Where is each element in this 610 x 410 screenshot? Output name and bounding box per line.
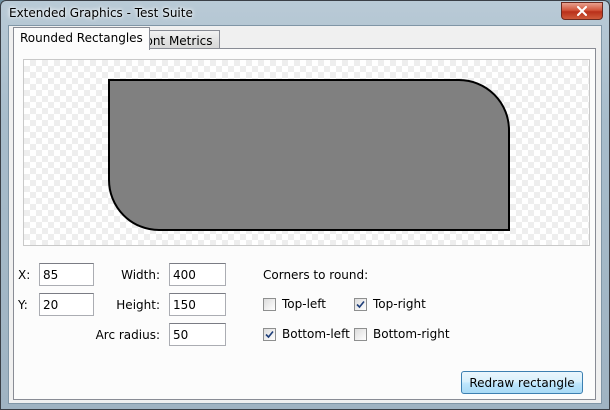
tab-rounded-rectangles[interactable]: Rounded Rectangles bbox=[13, 27, 150, 50]
corners-heading: Corners to round: bbox=[263, 268, 369, 282]
tab-panel: X: Y: Width: Height: Arc radius: Corners… bbox=[13, 48, 596, 400]
checkbox-label: Bottom-left bbox=[282, 327, 350, 341]
checkbox-label: Bottom-right bbox=[373, 327, 450, 341]
width-label: Width: bbox=[121, 268, 160, 282]
checkbox-label: Top-right bbox=[373, 297, 426, 311]
window-title: Extended Graphics - Test Suite bbox=[9, 6, 193, 20]
canvas-svg bbox=[108, 79, 510, 231]
arc-radius-input[interactable] bbox=[169, 323, 226, 346]
top-right-checkbox[interactable]: Top-right bbox=[354, 297, 426, 311]
checkbox-box bbox=[263, 297, 276, 311]
arc-radius-label: Arc radius: bbox=[95, 328, 160, 342]
app-window: Extended Graphics - Test Suite Rounded R… bbox=[0, 0, 610, 410]
check-icon bbox=[356, 300, 365, 308]
height-label: Height: bbox=[116, 298, 160, 312]
bottom-left-checkbox[interactable]: Bottom-left bbox=[263, 327, 350, 341]
x-input[interactable] bbox=[39, 263, 94, 286]
redraw-rectangle-button[interactable]: Redraw rectangle bbox=[461, 371, 583, 394]
title-bar[interactable]: Extended Graphics - Test Suite bbox=[1, 1, 609, 25]
checkbox-box bbox=[263, 327, 276, 341]
tab-label: Rounded Rectangles bbox=[20, 31, 143, 45]
bottom-right-checkbox[interactable]: Bottom-right bbox=[354, 327, 450, 341]
y-label: Y: bbox=[18, 298, 28, 312]
y-input[interactable] bbox=[39, 293, 94, 316]
height-input[interactable] bbox=[169, 293, 226, 316]
close-icon bbox=[577, 6, 587, 16]
client-area: Rounded Rectangles Font Metrics X: Y: Wi… bbox=[8, 25, 602, 404]
checkbox-label: Top-left bbox=[282, 297, 327, 311]
top-left-checkbox[interactable]: Top-left bbox=[263, 297, 326, 311]
close-button[interactable] bbox=[561, 2, 603, 20]
rounded-rectangle bbox=[108, 79, 510, 231]
drawing-canvas bbox=[23, 59, 590, 246]
checkbox-box bbox=[354, 327, 367, 341]
checkbox-box bbox=[354, 297, 367, 311]
x-label: X: bbox=[18, 268, 31, 282]
check-icon bbox=[265, 330, 274, 338]
width-input[interactable] bbox=[169, 263, 226, 286]
tab-label: Font Metrics bbox=[139, 34, 213, 48]
